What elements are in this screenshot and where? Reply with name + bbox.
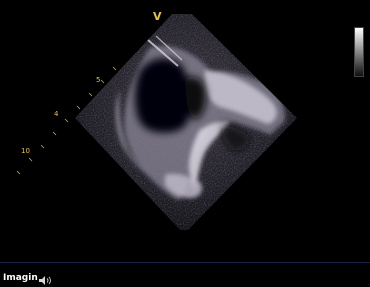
status-separator (0, 262, 370, 263)
depth-label-4: 4 (54, 110, 59, 118)
ultrasound-viewport: V 5 4 10 Imagin (0, 0, 370, 287)
depth-label-10: 10 (21, 147, 30, 155)
speaker-waves-icon[interactable] (39, 276, 53, 285)
grayscale-bar (354, 27, 364, 77)
ultrasound-sector-image (16, 14, 297, 230)
orientation-marker: V (153, 10, 162, 23)
mode-label: Imagin (3, 273, 38, 283)
depth-label-5: 5 (96, 76, 101, 84)
